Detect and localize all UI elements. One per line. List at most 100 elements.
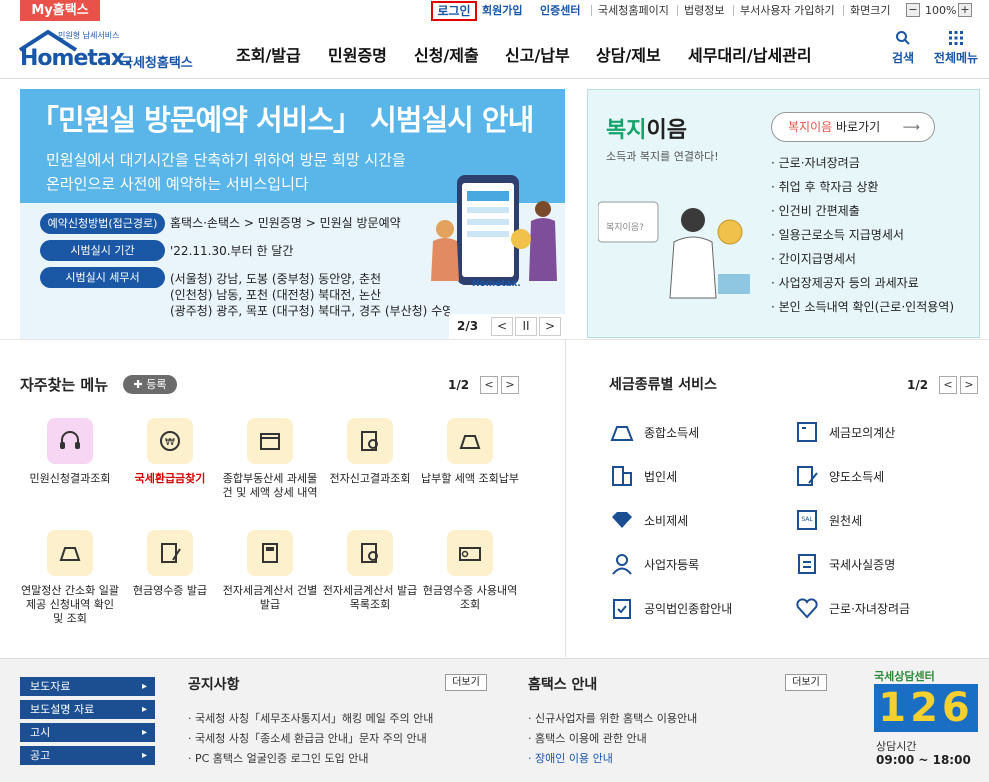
header: 민원형 납세서비스 Hometax. 국세청홈택스 조회/발급 민원증명 신청/…	[0, 22, 989, 79]
login-link[interactable]: 로그인	[431, 1, 477, 21]
tax-simulation[interactable]: 세금모의계산	[795, 421, 895, 443]
calculator-icon	[247, 530, 293, 576]
svg-text:SAL: SAL	[801, 516, 813, 523]
banner-label-method: 예약신청방법(접근경로)	[40, 213, 165, 234]
search-button[interactable]: 검색	[878, 30, 928, 66]
tax-type-next-button[interactable]: >	[960, 376, 978, 394]
frequent-menu-add-button[interactable]: ✚ 등록	[123, 375, 177, 394]
guide-item[interactable]: 홈택스 이용에 관한 안내	[528, 730, 647, 746]
banner-title: 「민원실 방문예약 서비스」 시범실시 안내	[30, 103, 534, 137]
all-menu-button[interactable]: 전체메뉴	[931, 30, 981, 66]
menu-e-invoice-issue[interactable]: 전자세금계산서 건별발급	[220, 530, 320, 612]
salary-slip-icon: SAL	[797, 510, 817, 530]
my-hometax-button[interactable]: My홈택스	[20, 0, 100, 21]
zoom-in-button[interactable]: +	[958, 3, 972, 17]
tax-type-label: 공익법인종합안내	[644, 601, 733, 616]
menu-label: 종합부동산세 과세물건 및 세액 상세 내역	[222, 472, 318, 499]
welfare-shortcut-button[interactable]: 복지이음 바로가기 ⟶	[771, 112, 935, 142]
tax-fact-certificate[interactable]: 국세사실증명	[795, 553, 895, 575]
press-explanation-button[interactable]: 보도설명 자료	[20, 700, 155, 719]
frequent-menu-prev-button[interactable]: <	[480, 376, 498, 394]
zoom-out-button[interactable]: −	[906, 3, 920, 17]
business-registration[interactable]: 사업자등록	[610, 553, 699, 575]
person-icon	[612, 554, 632, 575]
separator	[733, 5, 734, 16]
welfare-item[interactable]: 인건비 간편제출	[771, 202, 860, 219]
money-bag-icon	[447, 418, 493, 464]
earned-child-credit[interactable]: 근로·자녀장려금	[795, 597, 910, 619]
zoom-level: 100%	[925, 4, 957, 17]
welfare-bubble-text: 복지이음?	[606, 223, 644, 233]
menu-efiling-result[interactable]: 전자신고결과조회	[320, 418, 420, 486]
menu-label: 민원신청결과조회	[29, 472, 111, 485]
menu-e-invoice-list[interactable]: 전자세금계산서 발급목록조회	[320, 530, 420, 612]
welfare-item[interactable]: 일용근로소득 지급명세서	[771, 226, 904, 243]
document-icon	[798, 554, 816, 574]
menu-payable-tax[interactable]: 납부할 세액 조회납부	[420, 418, 520, 486]
banner-pager: 2/3	[457, 319, 479, 333]
banner-label-period: 시범실시 기간	[40, 240, 165, 261]
guide-more-button[interactable]: 더보기	[785, 674, 827, 691]
nts-home-link[interactable]: 국세청홈페이지	[598, 3, 669, 18]
menu-property-tax[interactable]: 종합부동산세 과세물건 및 세액 상세 내역	[220, 418, 320, 500]
notice-item[interactable]: 국세청 사칭「종소세 환급금 안내」문자 주의 안내	[188, 730, 427, 746]
welfare-item[interactable]: 사업장제공자 등의 과세자료	[771, 274, 919, 291]
call-center-number[interactable]: 126	[874, 684, 978, 732]
hometax-logo[interactable]: 민원형 납세서비스 Hometax. 국세청홈택스	[18, 28, 203, 72]
law-info-link[interactable]: 법령정보	[684, 3, 724, 18]
banner-next-button[interactable]: >	[539, 317, 561, 336]
menu-cash-receipt-issue[interactable]: 현금영수증 발급	[120, 530, 220, 598]
gnb-consult[interactable]: 상담/제보	[596, 42, 661, 66]
document-pen-icon	[797, 466, 818, 486]
section-divider-vertical	[565, 339, 566, 657]
gnb-report-payment[interactable]: 신고/납부	[505, 42, 570, 66]
gnb-inquiry[interactable]: 조회/발급	[236, 42, 301, 66]
building-icon	[612, 466, 632, 486]
notification-button[interactable]: 고시	[20, 723, 155, 742]
tax-transfer-income[interactable]: 양도소득세	[795, 465, 884, 487]
welfare-item[interactable]: 취업 후 학자금 상환	[771, 178, 879, 195]
top-utility-bar: My홈택스 로그인 회원가입 인증센터 국세청홈페이지 법령정보 부서사용자 가…	[0, 0, 989, 22]
banner-pause-button[interactable]: II	[515, 317, 537, 336]
main-banner[interactable]: 「민원실 방문예약 서비스」 시범실시 안내 민원실에서 대기시간을 단축하기 …	[20, 89, 565, 339]
heart-hands-icon	[796, 598, 818, 619]
section-divider	[0, 339, 989, 340]
welfare-item[interactable]: 근로·자녀장려금	[771, 154, 860, 171]
welfare-title: 복지이음	[606, 112, 687, 144]
notice-item[interactable]: PC 홈택스 얼굴인증 로그인 도입 안내	[188, 750, 368, 766]
welfare-btn-label-b: 바로가기	[832, 120, 881, 134]
menu-year-end-settlement[interactable]: 연말정산 간소화 일괄제공 신청내역 확인 및 조회	[20, 530, 120, 626]
cert-center-link[interactable]: 인증센터	[540, 3, 580, 18]
welfare-item[interactable]: 간이지급명세서	[771, 250, 856, 267]
guide-item[interactable]: 신규사업자를 위한 홈택스 이용안내	[528, 710, 697, 726]
frequent-menu-next-button[interactable]: >	[501, 376, 519, 394]
tax-withholding[interactable]: SAL 원천세	[795, 509, 862, 531]
woman-illustration-icon	[598, 201, 750, 299]
notice-more-button[interactable]: 더보기	[445, 674, 487, 691]
refund-coin-icon: ₩	[147, 418, 193, 464]
tax-type-prev-button[interactable]: <	[939, 376, 957, 394]
dept-join-link[interactable]: 부서사용자 가입하기	[740, 3, 835, 18]
money-bag-icon	[47, 530, 93, 576]
signup-link[interactable]: 회원가입	[482, 3, 522, 18]
gnb-certificate[interactable]: 민원증명	[328, 42, 387, 66]
banner-prev-button[interactable]: <	[491, 317, 513, 336]
guide-item[interactable]: 장애인 이용 안내	[528, 750, 613, 766]
welfare-subtitle: 소득과 복지를 연결하다!	[606, 150, 719, 163]
public-interest-corp-guide[interactable]: 공익법인종합안내	[610, 597, 732, 619]
menu-refund-find[interactable]: ₩ 국세환급금찾기	[120, 418, 220, 486]
tax-consumption[interactable]: 소비제세	[610, 509, 688, 531]
welfare-item[interactable]: 본인 소득내역 확인(근로·인적용역)	[771, 298, 954, 315]
menu-civil-result[interactable]: 민원신청결과조회	[20, 418, 120, 486]
announcement-button[interactable]: 공고	[20, 746, 155, 765]
menu-label: 전자신고결과조회	[329, 472, 411, 485]
gnb-tax-agent[interactable]: 세무대리/납세관리	[688, 42, 812, 66]
press-release-button[interactable]: 보도자료	[20, 677, 155, 696]
logo-main-text: Hometax.	[20, 46, 132, 71]
notice-item[interactable]: 국세청 사칭「세무조사통지서」해킹 메일 주의 안내	[188, 710, 433, 726]
menu-cash-receipt-history[interactable]: 현금영수증 사용내역조회	[420, 530, 520, 612]
banner-subtitle-2: 온라인으로 사전에 예약하는 서비스입니다	[46, 175, 309, 193]
gnb-application[interactable]: 신청/제출	[414, 42, 479, 66]
tax-corporate[interactable]: 법인세	[610, 465, 677, 487]
tax-global-income[interactable]: 종합소득세	[610, 421, 699, 443]
